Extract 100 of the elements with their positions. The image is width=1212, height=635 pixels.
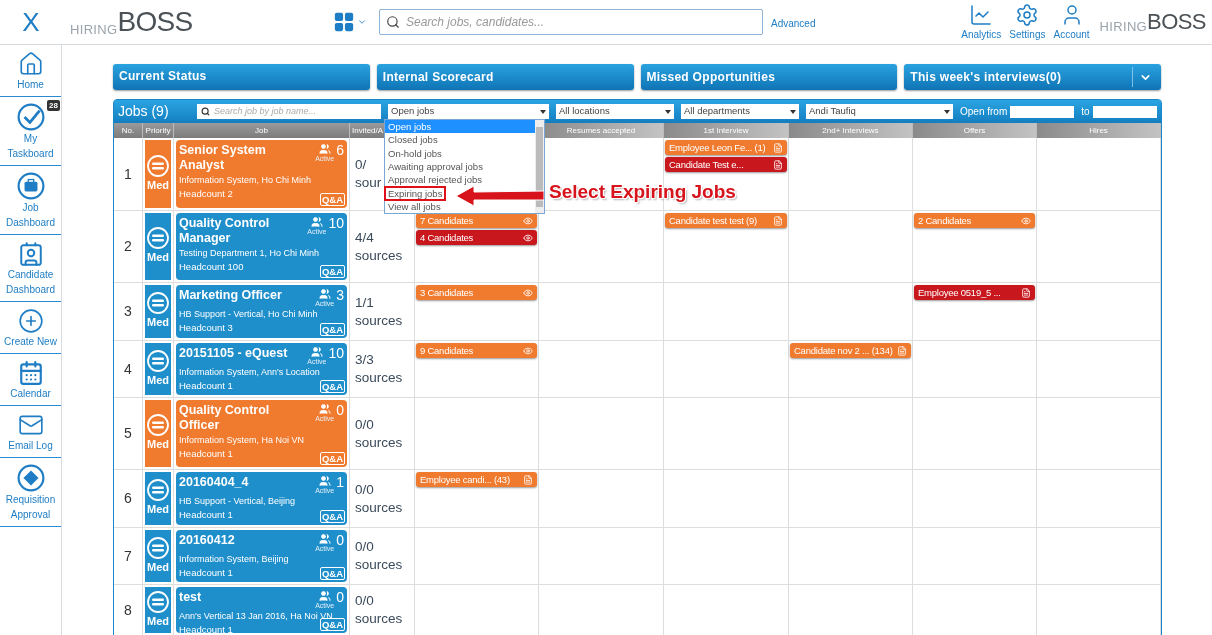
date-field[interactable] bbox=[1092, 105, 1157, 118]
candidate-chip[interactable]: Employee 0519_5 ... bbox=[914, 285, 1035, 300]
chip-label: 2 Candidates bbox=[918, 215, 972, 226]
sources-label: sources bbox=[355, 311, 403, 330]
qa-badge[interactable]: Q&A bbox=[319, 323, 345, 336]
grid-menu-icon[interactable] bbox=[333, 11, 355, 33]
panel-tab[interactable]: This week's interviews(0) bbox=[904, 64, 1161, 90]
priority-badge: Med bbox=[145, 213, 171, 280]
toolbar-button[interactable]: Settings bbox=[1009, 2, 1046, 42]
row-number: 5 bbox=[114, 398, 143, 469]
sidebar-item[interactable]: Job Dashboard bbox=[0, 166, 61, 235]
panel-tab[interactable]: Internal Scorecard bbox=[376, 64, 634, 90]
candidate-chip[interactable]: 4 Candidates bbox=[416, 230, 537, 245]
eye-icon bbox=[523, 287, 533, 298]
equals-circle-icon bbox=[147, 479, 169, 502]
people-icon bbox=[317, 475, 332, 487]
dropdown-option[interactable]: View all jobs bbox=[386, 200, 443, 212]
column-header: Priority bbox=[143, 123, 174, 138]
sidebar-item[interactable]: My Taskboard 28 bbox=[0, 97, 61, 166]
qa-badge[interactable]: Q&A bbox=[319, 567, 345, 580]
filter-select[interactable]: Andi Taufiq bbox=[806, 104, 953, 119]
equals-circle-icon bbox=[147, 590, 169, 613]
document-icon bbox=[897, 345, 907, 356]
job-title: test bbox=[179, 590, 203, 605]
toolbar-button[interactable]: Account bbox=[1053, 2, 1090, 42]
logo-text: BOSS bbox=[1147, 11, 1206, 33]
active-count: 6 bbox=[336, 143, 344, 158]
qa-badge[interactable]: Q&A bbox=[319, 380, 345, 393]
active-count: 10 bbox=[328, 346, 344, 361]
people-icon bbox=[317, 533, 332, 545]
filter-select[interactable]: All locations bbox=[556, 104, 674, 119]
people-icon bbox=[317, 288, 332, 300]
sidebar-item[interactable]: Home bbox=[0, 45, 61, 97]
equals-circle-icon bbox=[147, 536, 169, 559]
chip-label: 4 Candidates bbox=[420, 232, 474, 243]
dropdown-option[interactable]: Awaiting approval jobs bbox=[386, 161, 485, 172]
chip-label: Candidate nov 2 ... (134) bbox=[794, 345, 893, 356]
panel-tab[interactable]: Current Status bbox=[113, 64, 370, 90]
toolbar-button[interactable]: Analytics bbox=[961, 2, 1002, 42]
candidate-chip[interactable]: 2 Candidates bbox=[914, 213, 1035, 228]
dropdown-option[interactable]: On-hold jobs bbox=[386, 147, 444, 159]
eye-icon bbox=[523, 232, 533, 243]
document-icon bbox=[773, 159, 783, 170]
job-title: Senior System Analyst bbox=[179, 143, 267, 173]
job-location: Information System, Ann's Location bbox=[179, 366, 320, 379]
people-icon bbox=[317, 143, 332, 155]
priority-badge: Med bbox=[145, 343, 171, 395]
sidebar-item[interactable]: Create New bbox=[0, 302, 61, 354]
qa-badge[interactable]: Q&A bbox=[319, 193, 345, 206]
candidate-chip[interactable]: Candidate nov 2 ... (134) bbox=[790, 343, 911, 358]
home-icon bbox=[17, 51, 44, 77]
qa-badge[interactable]: Q&A bbox=[319, 618, 345, 631]
panel-tab-label: Internal Scorecard bbox=[382, 69, 494, 86]
candidate-chip[interactable]: Candidate Test e... bbox=[665, 157, 787, 172]
priority-badge: Med bbox=[145, 530, 171, 582]
open-from-label: Open from bbox=[960, 105, 1008, 119]
logo-text: HIRING bbox=[70, 23, 118, 36]
sidebar-item[interactable]: Email Log bbox=[0, 406, 61, 458]
sources-label: sour bbox=[355, 174, 382, 192]
candidate-chip[interactable]: 9 Candidates bbox=[416, 343, 537, 358]
sidebar-item[interactable]: Requisition Approval bbox=[0, 458, 61, 527]
dropdown-option[interactable]: Expiring jobs bbox=[386, 187, 445, 199]
active-count: 1 bbox=[336, 475, 344, 490]
search-input[interactable]: Search jobs, candidates... bbox=[406, 13, 756, 31]
chip-label: Employee 0519_5 ... bbox=[918, 287, 1001, 298]
candidate-chip[interactable]: 3 Candidates bbox=[416, 285, 537, 300]
date-field[interactable] bbox=[1010, 105, 1075, 118]
job-title: Quality Control Officer bbox=[179, 403, 271, 433]
caret-icon bbox=[540, 109, 546, 114]
sidebar-item[interactable]: Candidate Dashboard bbox=[0, 235, 61, 302]
job-location: Testing Department 1, Ho Chi Minh bbox=[179, 247, 320, 260]
invited-ratio: 0/0 bbox=[355, 592, 374, 610]
row-number: 2 bbox=[114, 211, 143, 282]
advanced-link[interactable]: Advanced bbox=[771, 16, 816, 31]
candidate-chip[interactable]: Candidate test test (9) bbox=[665, 213, 787, 228]
job-headcount: Headcount 100 bbox=[179, 260, 244, 274]
invited-ratio: 0/ bbox=[355, 156, 367, 174]
caret-icon[interactable] bbox=[357, 17, 367, 27]
eye-icon bbox=[1021, 215, 1031, 226]
qa-badge[interactable]: Q&A bbox=[319, 510, 345, 523]
qa-badge[interactable]: Q&A bbox=[319, 265, 345, 278]
invited-ratio: 1/1 bbox=[355, 293, 374, 312]
filter-select[interactable]: All departments bbox=[681, 104, 799, 119]
sidebar-item[interactable]: Calendar bbox=[0, 354, 61, 406]
candidate-chip[interactable]: Employee candi... (43) bbox=[416, 472, 537, 487]
active-count: 0 bbox=[336, 533, 344, 548]
candidate-chip[interactable]: Employee Leon Fe... (1) bbox=[665, 140, 787, 155]
qa-badge[interactable]: Q&A bbox=[319, 452, 345, 465]
priority-badge: Med bbox=[145, 285, 171, 338]
check-circle-icon bbox=[16, 103, 45, 131]
filter-select[interactable]: Open jobs bbox=[388, 104, 549, 119]
job-headcount: Headcount 2 bbox=[179, 187, 233, 201]
row-number: 7 bbox=[114, 528, 143, 584]
dropdown-option[interactable]: Approval rejected jobs bbox=[386, 174, 484, 186]
sources-label: sources bbox=[355, 369, 403, 387]
panel-tab[interactable]: Missed Opportunities bbox=[640, 64, 898, 90]
search-field[interactable]: Search jobs, candidates... bbox=[379, 9, 763, 35]
job-location: Information System, Ho Chi Minh bbox=[179, 174, 312, 187]
close-button[interactable]: X bbox=[22, 2, 40, 42]
job-title: Marketing Officer bbox=[179, 288, 283, 303]
